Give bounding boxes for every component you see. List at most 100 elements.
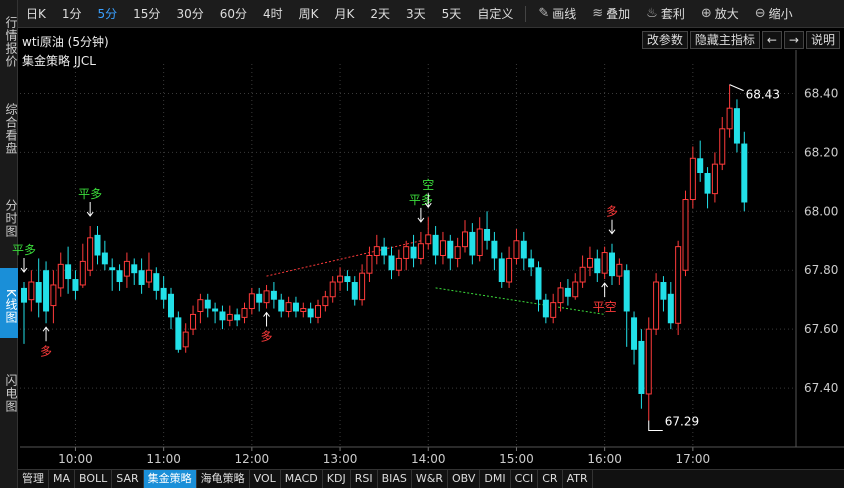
candle-body[interactable]	[462, 231, 468, 248]
indicator-tab-11[interactable]: W&R	[412, 470, 448, 488]
candle-body[interactable]	[513, 240, 520, 259]
candle-body[interactable]	[94, 234, 101, 256]
candle-body[interactable]	[638, 340, 645, 394]
candle-body[interactable]	[322, 296, 329, 307]
candle-body[interactable]	[719, 128, 726, 165]
candle-body[interactable]	[528, 258, 535, 268]
candle-body[interactable]	[160, 287, 167, 300]
candle-body[interactable]	[697, 158, 704, 174]
indicator-tab-10[interactable]: BIAS	[378, 470, 412, 488]
indicator-tab-9[interactable]: RSI	[351, 470, 378, 488]
candle-body[interactable]	[219, 311, 226, 321]
indicator-tab-14[interactable]: CCI	[511, 470, 539, 488]
candle-body[interactable]	[131, 264, 138, 274]
indicator-tab-0[interactable]: 管理	[18, 470, 49, 488]
candle-body[interactable]	[101, 252, 108, 265]
candle-body[interactable]	[711, 163, 718, 195]
candle-body[interactable]	[329, 281, 336, 298]
candle-body[interactable]	[226, 313, 233, 321]
candle-body[interactable]	[704, 173, 711, 194]
candle-body[interactable]	[417, 243, 424, 259]
candle-body[interactable]	[403, 246, 410, 259]
candle-body[interactable]	[550, 302, 557, 318]
candle-body[interactable]	[645, 328, 652, 395]
candle-body[interactable]	[586, 257, 593, 268]
candle-body[interactable]	[557, 287, 564, 304]
indicator-tab-12[interactable]: OBV	[448, 470, 481, 488]
candle-body[interactable]	[241, 308, 248, 318]
candle-body[interactable]	[337, 275, 344, 283]
candle-body[interactable]	[682, 199, 689, 271]
indicator-tab-3[interactable]: SAR	[112, 470, 144, 488]
candle-body[interactable]	[616, 263, 623, 277]
candle-body[interactable]	[234, 314, 241, 321]
candle-body[interactable]	[72, 279, 79, 291]
candle-body[interactable]	[359, 272, 366, 301]
candle-body[interactable]	[351, 282, 358, 300]
candle-body[interactable]	[57, 263, 64, 289]
candle-body[interactable]	[190, 313, 197, 330]
candle-body[interactable]	[733, 108, 740, 144]
indicator-tab-16[interactable]: ATR	[563, 470, 593, 488]
candle-body[interactable]	[454, 246, 461, 259]
candle-body[interactable]	[609, 252, 615, 277]
candle-body[interactable]	[667, 293, 674, 324]
candle-body[interactable]	[469, 231, 476, 256]
candle-body[interactable]	[212, 308, 219, 312]
candle-body[interactable]	[689, 157, 696, 201]
candle-body[interactable]	[292, 302, 299, 312]
candle-body[interactable]	[572, 281, 579, 298]
candle-body[interactable]	[660, 282, 667, 300]
candle-body[interactable]	[87, 237, 94, 271]
candle-body[interactable]	[476, 228, 483, 257]
candle-body[interactable]	[653, 281, 660, 330]
candle-body[interactable]	[116, 270, 123, 283]
candle-body[interactable]	[491, 240, 498, 259]
candle-body[interactable]	[182, 331, 189, 348]
candle-body[interactable]	[263, 290, 270, 304]
candle-body[interactable]	[21, 287, 27, 303]
candle-body[interactable]	[439, 240, 446, 256]
candle-body[interactable]	[123, 260, 130, 277]
candle-body[interactable]	[278, 299, 285, 312]
candle-body[interactable]	[447, 240, 454, 259]
candle-body[interactable]	[484, 228, 491, 241]
candle-body[interactable]	[623, 270, 630, 312]
candle-body[interactable]	[432, 234, 439, 256]
candle-body[interactable]	[79, 260, 86, 286]
indicator-tab-13[interactable]: DMI	[480, 470, 511, 488]
indicator-tab-5[interactable]: 海龟策略	[197, 470, 250, 488]
candle-body[interactable]	[535, 267, 542, 300]
candle-body[interactable]	[35, 282, 42, 303]
candle-body[interactable]	[43, 270, 50, 312]
candle-body[interactable]	[520, 240, 527, 259]
indicator-tab-7[interactable]: MACD	[281, 470, 323, 488]
candle-body[interactable]	[28, 281, 35, 301]
indicator-tab-4[interactable]: 集金策略	[143, 470, 197, 488]
candle-body[interactable]	[270, 290, 277, 300]
candle-body[interactable]	[109, 267, 116, 271]
candle-body[interactable]	[366, 255, 373, 274]
candle-body[interactable]	[50, 284, 57, 307]
candle-body[interactable]	[344, 276, 351, 283]
candle-body[interactable]	[307, 308, 314, 318]
candle-body[interactable]	[153, 273, 160, 291]
indicator-tab-8[interactable]: KDJ	[323, 470, 351, 488]
candlestick-chart[interactable]: 67.40 67.60 67.80 68.00 68.20 68.40 10:00 11:00…	[0, 0, 844, 488]
candle-body[interactable]	[65, 264, 72, 280]
candle-body[interactable]	[381, 246, 388, 256]
candle-body[interactable]	[564, 287, 571, 297]
candle-body[interactable]	[204, 299, 211, 309]
candle-body[interactable]	[498, 258, 505, 283]
candle-body[interactable]	[741, 143, 748, 203]
candle-body[interactable]	[168, 293, 174, 318]
candle-body[interactable]	[248, 293, 255, 310]
candle-body[interactable]	[594, 258, 601, 274]
candle-body[interactable]	[138, 270, 145, 285]
candle-body[interactable]	[145, 269, 152, 283]
indicator-tab-6[interactable]: VOL	[250, 470, 281, 488]
candle-body[interactable]	[726, 107, 733, 130]
candle-body[interactable]	[542, 299, 549, 318]
candle-body[interactable]	[315, 305, 321, 318]
indicator-tab-2[interactable]: BOLL	[75, 470, 113, 488]
